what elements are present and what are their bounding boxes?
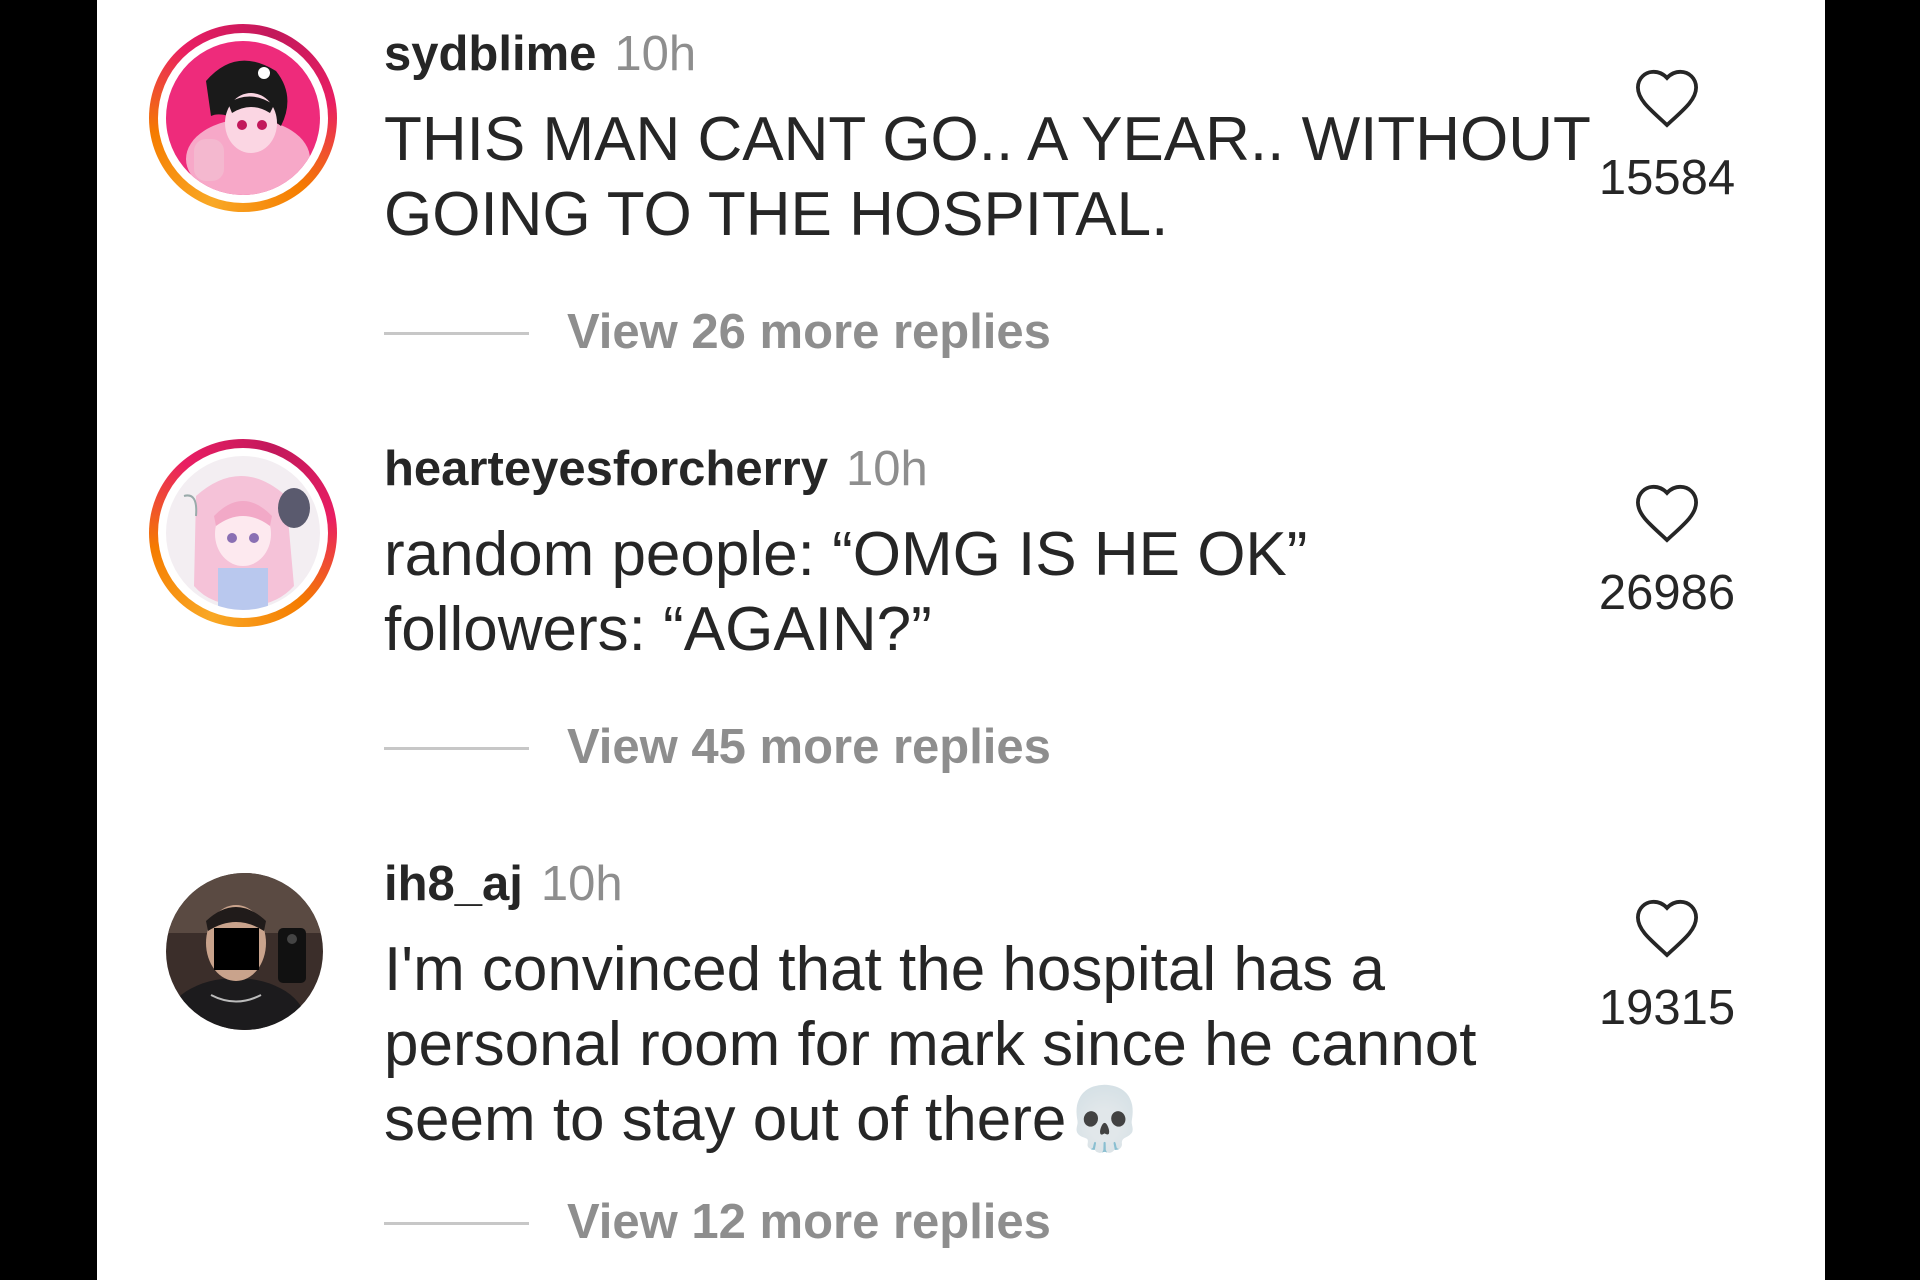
comment-text-line: personal room for mark since he cannot (384, 1010, 1477, 1079)
username[interactable]: hearteyesforcherry (384, 442, 828, 496)
heart-outline-icon[interactable] (1631, 66, 1703, 130)
avatar-image (166, 456, 320, 610)
comment-text-line: random people: “OMG IS HE OK” (384, 520, 1308, 589)
replies-divider (384, 1222, 529, 1225)
comment-item: sydblime 10h THIS MAN CANT GO.. A YEAR.. … (97, 10, 1825, 420)
comment-text-line: THIS MAN CANT GO.. A YEAR.. WITHOUT (384, 105, 1591, 174)
avatar-image (166, 41, 320, 195)
timestamp: 10h (614, 27, 697, 81)
comment-text: random people: “OMG IS HE OK” followers:… (384, 517, 1584, 667)
like-count: 15584 (1598, 151, 1736, 205)
view-replies-label: View 26 more replies (567, 305, 1051, 359)
like-control: 15584 (1577, 66, 1757, 206)
comment-item: hearteyesforcherry 10h random people: “OM… (97, 425, 1825, 835)
skull-emoji: 💀 (1066, 1085, 1144, 1154)
view-replies-label: View 12 more replies (567, 1195, 1051, 1249)
comment-text-line: I'm convinced that the hospital has a (384, 935, 1385, 1004)
timestamp: 10h (540, 857, 623, 911)
avatar-image (166, 873, 323, 1030)
view-replies-label: View 45 more replies (567, 720, 1051, 774)
comments-panel: sydblime 10h THIS MAN CANT GO.. A YEAR.. … (97, 0, 1825, 1280)
like-count: 19315 (1598, 981, 1736, 1035)
replies-divider (384, 332, 529, 335)
comment-text: THIS MAN CANT GO.. A YEAR.. WITHOUT GOIN… (384, 102, 1591, 252)
comment-meta: sydblime 10h (384, 24, 696, 84)
avatar[interactable] (149, 24, 337, 212)
comment-meta: ih8_aj 10h (384, 854, 623, 914)
username[interactable]: ih8_aj (384, 857, 523, 911)
like-count: 26986 (1598, 566, 1736, 620)
comment-item: ih8_aj 10h I'm convinced that the hospita… (97, 840, 1825, 1250)
comment-text: I'm convinced that the hospital has a pe… (384, 932, 1584, 1157)
timestamp: 10h (845, 442, 928, 496)
username[interactable]: sydblime (384, 27, 596, 81)
comment-text-line: followers: “AGAIN?” (384, 595, 932, 664)
comment-meta: hearteyesforcherry 10h (384, 439, 928, 499)
heart-outline-icon[interactable] (1631, 481, 1703, 545)
replies-divider (384, 747, 529, 750)
comment-text-line-last: seem to stay out of there💀 (384, 1082, 1584, 1157)
like-control: 26986 (1577, 481, 1757, 621)
avatar[interactable] (149, 439, 337, 627)
avatar[interactable] (166, 873, 323, 1030)
comment-text-fragment: seem to stay out of there (384, 1085, 1067, 1154)
like-control: 19315 (1577, 896, 1757, 1036)
comment-text-line: GOING TO THE HOSPITAL. (384, 180, 1169, 249)
heart-outline-icon[interactable] (1631, 896, 1703, 960)
